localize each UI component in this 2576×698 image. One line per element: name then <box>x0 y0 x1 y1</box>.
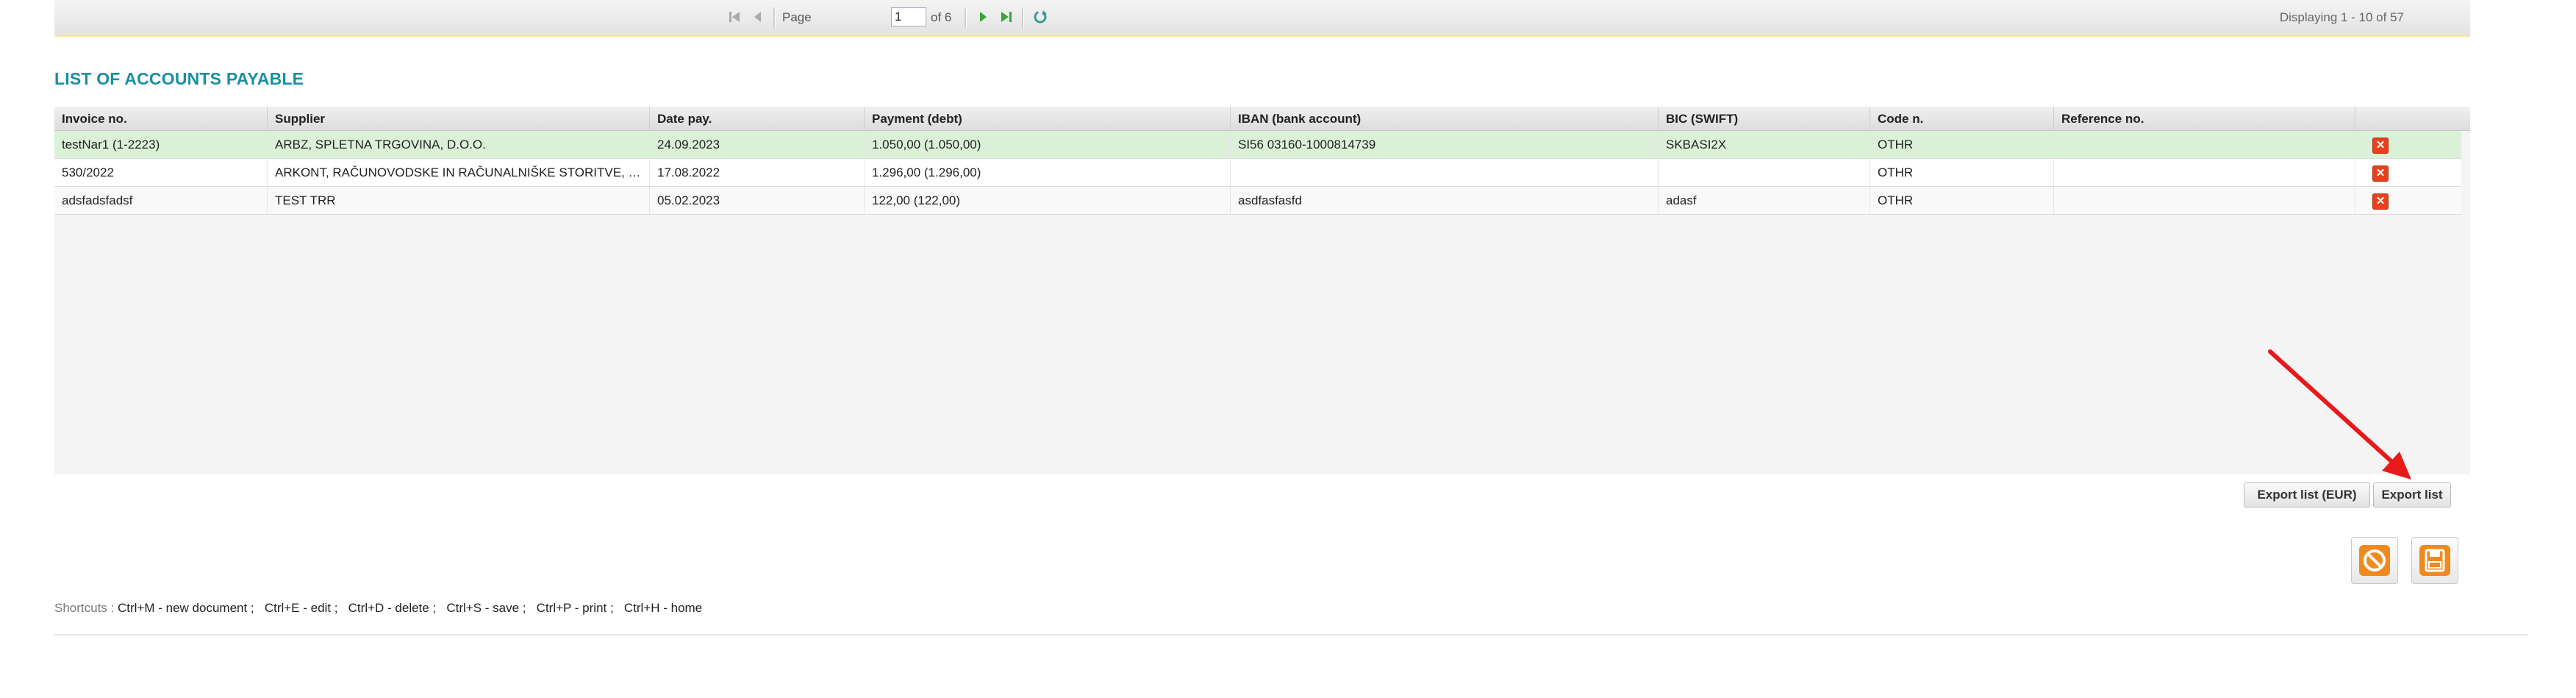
table-row[interactable]: adsfadsfadsf TEST TRR 05.02.2023 122,00 … <box>54 187 2461 215</box>
cell-code: OTHR <box>1870 159 2054 186</box>
table-row[interactable]: 530/2022 ARKONT, RAČUNOVODSKE IN RAČUNAL… <box>54 159 2461 187</box>
cell-payment: 122,00 (122,00) <box>865 187 1231 214</box>
refresh-icon[interactable] <box>1031 7 1050 26</box>
cell-bic: adasf <box>1659 187 1870 214</box>
export-list-button[interactable]: Export list <box>2373 482 2451 508</box>
column-header-code[interactable]: Code n. <box>1870 107 2054 131</box>
cell-code: OTHR <box>1870 131 2054 158</box>
shortcuts-bar: Shortcuts : Ctrl+M - new document ; Ctrl… <box>54 601 702 616</box>
shortcuts-label: Shortcuts : <box>54 601 115 615</box>
column-header-invoice[interactable]: Invoice no. <box>54 107 268 131</box>
column-header-date-pay[interactable]: Date pay. <box>650 107 865 131</box>
column-header-iban[interactable]: IBAN (bank account) <box>1231 107 1659 131</box>
save-icon <box>2419 545 2450 576</box>
table-row[interactable]: testNar1 (1-2223) ARBZ, SPLETNA TRGOVINA… <box>54 131 2461 159</box>
cell-iban <box>1231 159 1659 186</box>
cell-invoice: adsfadsfadsf <box>54 187 268 214</box>
delete-icon[interactable]: × <box>2372 138 2389 154</box>
prev-page-icon[interactable] <box>748 7 768 26</box>
cell-reference <box>2054 131 2355 158</box>
cancel-icon <box>2359 545 2390 576</box>
cell-supplier: TEST TRR <box>268 187 650 214</box>
page-number-input[interactable] <box>891 7 926 26</box>
pager-separator <box>965 7 967 28</box>
cell-payment: 1.050,00 (1.050,00) <box>865 131 1231 158</box>
page-title: LIST OF ACCOUNTS PAYABLE <box>54 69 304 88</box>
export-list-eur-button[interactable]: Export list (EUR) <box>2244 482 2370 508</box>
cell-iban: SI56 03160-1000814739 <box>1231 131 1659 158</box>
page-label: Page <box>782 10 812 24</box>
cell-date-pay: 24.09.2023 <box>650 131 865 158</box>
cell-supplier: ARKONT, RAČUNOVODSKE IN RAČUNALNIŠKE STO… <box>268 159 650 186</box>
pager-separator <box>773 7 776 28</box>
annotation-arrow-icon <box>2268 349 2411 480</box>
column-header-reference[interactable]: Reference no. <box>2054 107 2355 131</box>
cell-payment: 1.296,00 (1.296,00) <box>865 159 1231 186</box>
column-header-payment[interactable]: Payment (debt) <box>865 107 1231 131</box>
column-header-supplier[interactable]: Supplier <box>268 107 650 131</box>
save-button[interactable] <box>2411 537 2458 584</box>
displaying-count: Displaying 1 - 10 of 57 <box>2279 10 2404 24</box>
cell-reference <box>2054 159 2355 186</box>
next-page-icon[interactable] <box>973 7 992 26</box>
cancel-button[interactable] <box>2351 537 2398 584</box>
cell-invoice: 530/2022 <box>54 159 268 186</box>
delete-icon[interactable]: × <box>2372 193 2389 210</box>
last-page-icon[interactable] <box>997 7 1016 26</box>
page-count-label: of 6 <box>931 10 952 24</box>
pager-separator <box>1022 7 1024 28</box>
cell-iban: asdfasfasfd <box>1231 187 1659 214</box>
cell-bic: SKBASI2X <box>1659 131 1870 158</box>
cell-bic <box>1659 159 1870 186</box>
cell-date-pay: 17.08.2022 <box>650 159 865 186</box>
column-header-bic[interactable]: BIC (SWIFT) <box>1659 107 1870 131</box>
cell-invoice: testNar1 (1-2223) <box>54 131 268 158</box>
pager-toolbar: Page of 6 Displaying 1 - 10 of 57 <box>54 0 2470 37</box>
footer-divider <box>54 634 2527 635</box>
accounts-payable-grid: Invoice no. Supplier Date pay. Payment (… <box>54 107 2470 474</box>
grid-header: Invoice no. Supplier Date pay. Payment (… <box>54 107 2470 131</box>
first-page-icon[interactable] <box>725 7 744 26</box>
shortcuts-list: Ctrl+M - new document ; Ctrl+E - edit ; … <box>118 601 703 615</box>
cell-code: OTHR <box>1870 187 2054 214</box>
cell-reference <box>2054 187 2355 214</box>
column-header-actions <box>2355 107 2470 131</box>
cell-date-pay: 05.02.2023 <box>650 187 865 214</box>
delete-icon[interactable]: × <box>2372 165 2389 182</box>
cell-supplier: ARBZ, SPLETNA TRGOVINA, D.O.O. <box>268 131 650 158</box>
